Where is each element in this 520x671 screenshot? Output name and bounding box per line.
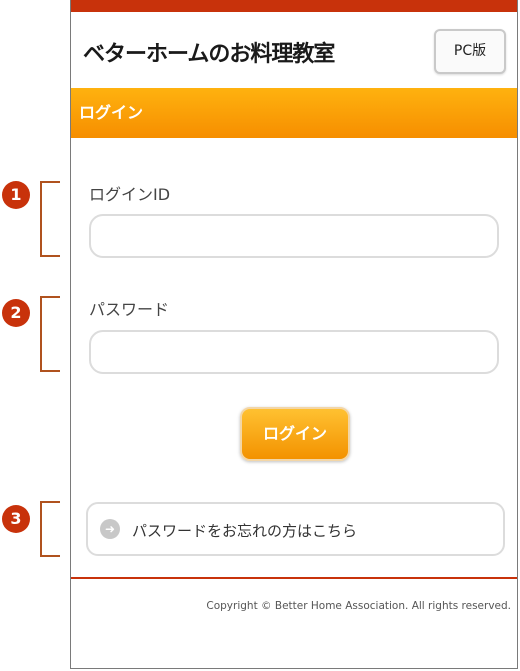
site-logo[interactable]: ベターホームのお料理教室 [83,36,335,68]
forgot-password-label: パスワードをお忘れの方はこちら [132,522,358,540]
copyright-text: Copyright © Better Home Association. All… [206,600,511,612]
callout-badge-2: 2 [2,299,30,327]
pc-version-button[interactable]: PC版 [434,29,506,74]
login-id-label: ログインID [89,185,171,204]
footer-divider [71,577,517,579]
callout-bracket-3 [40,501,60,557]
login-id-input[interactable] [89,214,499,258]
callout-badge-3: 3 [2,505,30,533]
top-accent-bar [71,0,517,12]
callout-badge-1: 1 [2,181,30,209]
password-label: パスワード [89,300,170,319]
login-button[interactable]: ログイン [240,407,350,461]
password-input[interactable] [89,330,499,374]
mobile-page: ベターホームのお料理教室 PC版 ログイン ログインID パスワード ログイン … [70,0,518,669]
callout-bracket-2 [40,296,60,372]
forgot-password-link[interactable]: ➜ パスワードをお忘れの方はこちら [86,502,505,556]
site-header: ベターホームのお料理教室 PC版 [71,12,517,88]
arrow-right-circle-icon: ➜ [100,519,120,539]
page-title: ログイン [71,88,517,138]
callout-bracket-1 [40,181,60,257]
